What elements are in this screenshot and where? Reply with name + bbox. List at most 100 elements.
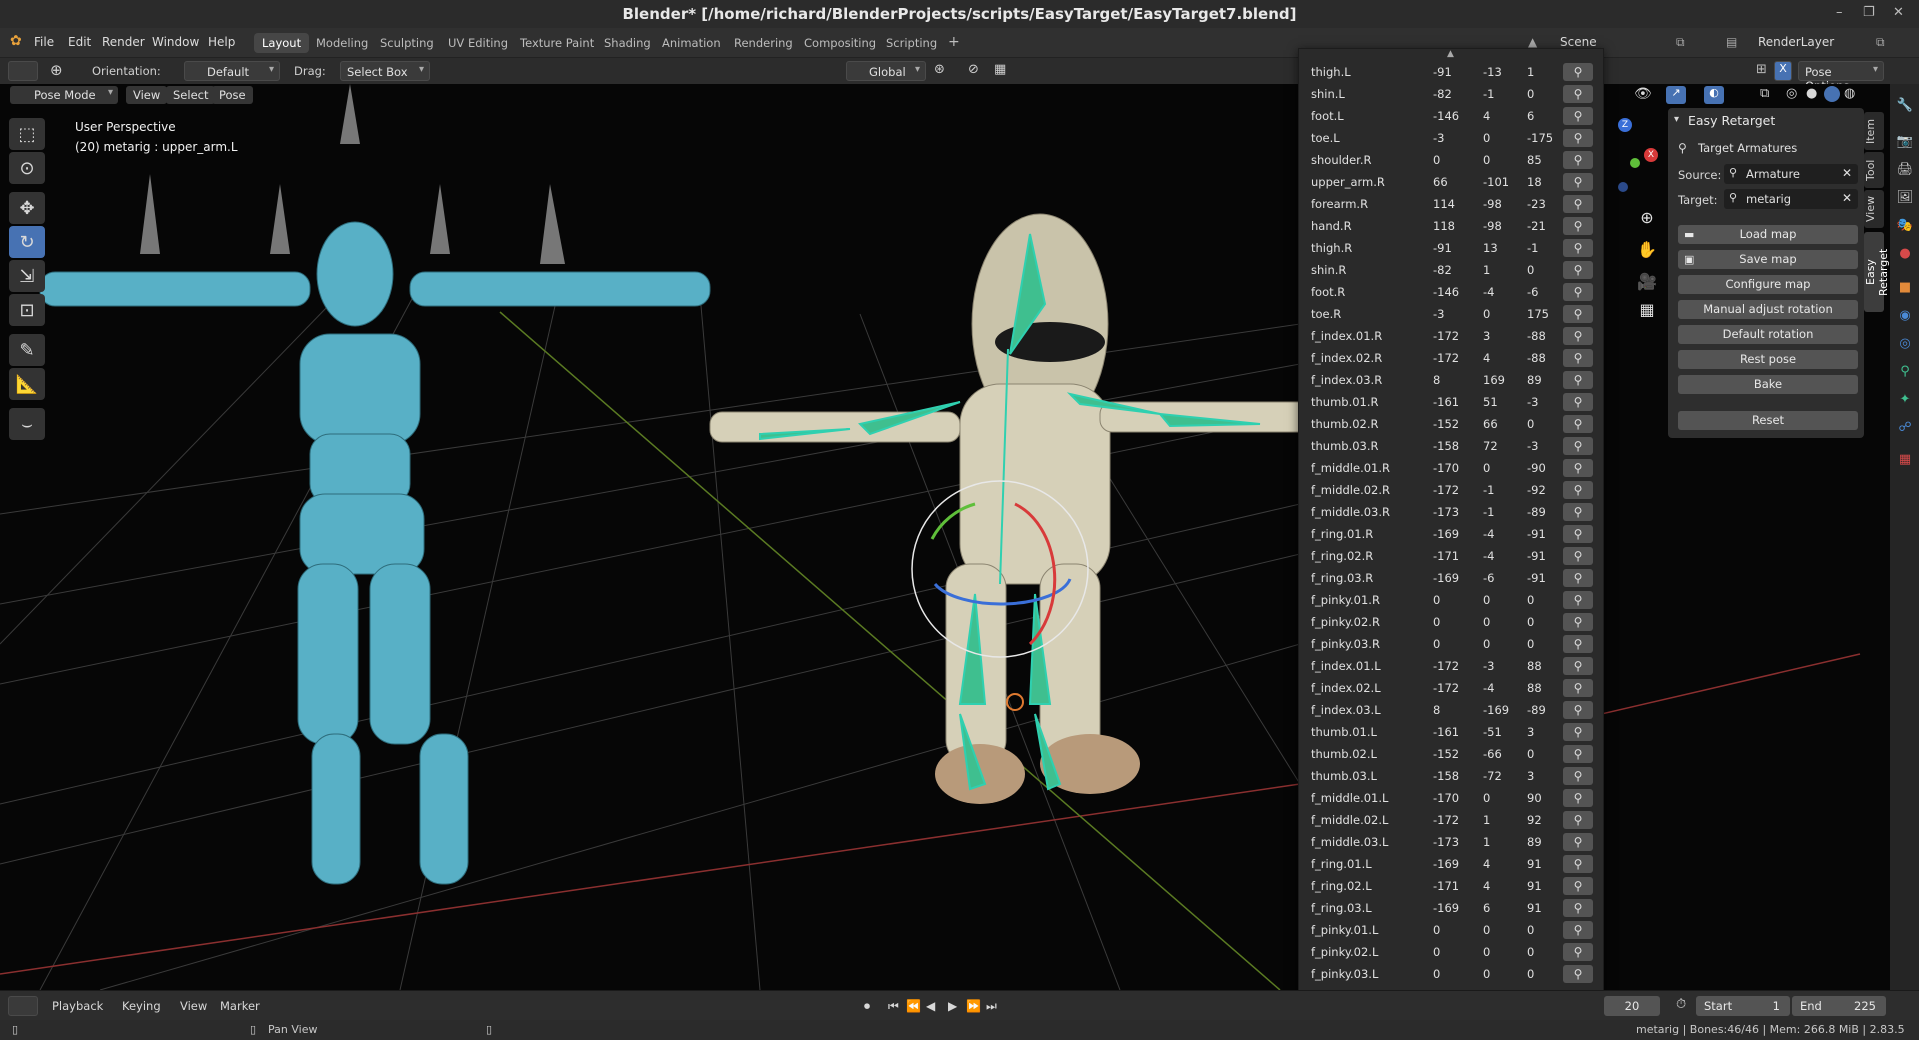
- bone-picker-icon[interactable]: ⚲: [1563, 943, 1593, 961]
- menu-edit[interactable]: Edit: [68, 35, 91, 49]
- menu-window[interactable]: Window: [152, 35, 199, 49]
- tab-modeling[interactable]: Modeling: [308, 33, 376, 53]
- move-icon[interactable]: ✥: [9, 192, 45, 224]
- clear-source-icon[interactable]: ✕: [1842, 166, 1852, 180]
- bone-picker-icon[interactable]: ⚲: [1563, 855, 1593, 873]
- menu-select[interactable]: Select: [166, 86, 216, 104]
- bone-picker-icon[interactable]: ⚲: [1563, 173, 1593, 191]
- perspective-grid-icon[interactable]: ▦: [1634, 296, 1660, 322]
- tab-animation[interactable]: Animation: [654, 33, 729, 53]
- scene-name[interactable]: Scene: [1560, 35, 1597, 49]
- next-keyframe-icon[interactable]: ⏩: [966, 999, 981, 1013]
- tab-layout[interactable]: Layout: [254, 33, 310, 53]
- menu-playback[interactable]: Playback: [52, 999, 103, 1013]
- view-layer-properties-icon[interactable]: 🖼: [1895, 190, 1915, 210]
- x-mirror-button[interactable]: X: [1774, 61, 1792, 81]
- previous-keyframe-icon[interactable]: ⏪: [906, 999, 921, 1013]
- gizmo-y-axis[interactable]: [1630, 158, 1640, 168]
- reset-button[interactable]: Reset: [1678, 411, 1858, 430]
- bone-picker-icon[interactable]: ⚲: [1563, 371, 1593, 389]
- tab-tool[interactable]: Tool: [1864, 152, 1884, 188]
- menu-file[interactable]: File: [34, 35, 54, 49]
- gizmo-z-axis[interactable]: Z: [1618, 118, 1632, 132]
- bone-picker-icon[interactable]: ⚲: [1563, 635, 1593, 653]
- camera-icon[interactable]: 🎥: [1634, 268, 1660, 294]
- tab-rendering[interactable]: Rendering: [726, 33, 801, 53]
- pin-icon[interactable]: ⊞: [1756, 62, 1767, 77]
- bone-picker-icon[interactable]: ⚲: [1563, 107, 1593, 125]
- xray-icon[interactable]: ⧉: [1760, 86, 1769, 101]
- transform-icon[interactable]: ⊡: [9, 294, 45, 326]
- pose-relax-icon[interactable]: ⌣: [9, 408, 45, 440]
- menu-keying[interactable]: Keying: [122, 999, 161, 1013]
- load-map-button[interactable]: ▬ Load map: [1678, 225, 1858, 244]
- start-frame-field[interactable]: Start 1: [1696, 996, 1790, 1016]
- tab-texture-paint[interactable]: Texture Paint: [512, 33, 602, 53]
- bone-picker-icon[interactable]: ⚲: [1563, 723, 1593, 741]
- solid-shading-icon[interactable]: ●: [1806, 86, 1817, 101]
- overlay-toggle-icon[interactable]: ◐: [1704, 86, 1724, 104]
- output-properties-icon[interactable]: 🖨: [1895, 162, 1915, 182]
- configure-map-button[interactable]: Configure map: [1678, 275, 1858, 294]
- tab-uv-editing[interactable]: UV Editing: [440, 33, 516, 53]
- bone-picker-icon[interactable]: ⚲: [1563, 129, 1593, 147]
- gizmo-x-axis[interactable]: X: [1644, 148, 1658, 162]
- bone-picker-icon[interactable]: ⚲: [1563, 459, 1593, 477]
- manual-adjust-rotation-button[interactable]: Manual adjust rotation: [1678, 300, 1858, 319]
- bone-picker-icon[interactable]: ⚲: [1563, 789, 1593, 807]
- texture-properties-icon[interactable]: ▦: [1895, 452, 1915, 472]
- default-rotation-button[interactable]: Default rotation: [1678, 325, 1858, 344]
- snap-icon[interactable]: ⊘: [968, 62, 979, 77]
- bone-picker-icon[interactable]: ⚲: [1563, 525, 1593, 543]
- bone-picker-icon[interactable]: ⚲: [1563, 547, 1593, 565]
- clock-icon[interactable]: ⏱: [1676, 997, 1686, 1012]
- world-properties-icon[interactable]: ●: [1895, 246, 1915, 266]
- pan-hand-icon[interactable]: ✋: [1634, 236, 1660, 262]
- rest-pose-button[interactable]: Rest pose: [1678, 350, 1858, 369]
- jump-end-icon[interactable]: ⏭: [986, 999, 997, 1014]
- visibility-eye-icon[interactable]: 👁: [1634, 86, 1652, 102]
- bone-picker-icon[interactable]: ⚲: [1563, 591, 1593, 609]
- close-icon[interactable]: ✕: [1893, 5, 1904, 20]
- scene-icon[interactable]: ▲: [1528, 35, 1537, 49]
- collapse-arrow-icon[interactable]: ▾: [1674, 114, 1679, 125]
- tab-easy-retarget[interactable]: Easy Retarget: [1864, 232, 1890, 312]
- transform-pivot-icon[interactable]: ⊕: [50, 61, 63, 79]
- bone-picker-icon[interactable]: ⚲: [1563, 283, 1593, 301]
- menu-render[interactable]: Render: [102, 35, 145, 49]
- bone-picker-icon[interactable]: ⚲: [1563, 63, 1593, 81]
- bone-picker-icon[interactable]: ⚲: [1563, 877, 1593, 895]
- blender-logo-icon[interactable]: ✿: [10, 33, 22, 49]
- rendered-shading-icon[interactable]: ◍: [1844, 86, 1855, 101]
- bake-button[interactable]: Bake: [1678, 375, 1858, 394]
- view-layer-icon[interactable]: ▤: [1726, 35, 1737, 49]
- zoom-icon[interactable]: ⊕: [1634, 204, 1660, 230]
- bone-picker-icon[interactable]: ⚲: [1563, 767, 1593, 785]
- measure-icon[interactable]: 📐: [9, 368, 45, 400]
- bone-picker-icon[interactable]: ⚲: [1563, 437, 1593, 455]
- tab-item[interactable]: Item: [1864, 112, 1884, 150]
- bone-picker-icon[interactable]: ⚲: [1563, 481, 1593, 499]
- play-icon[interactable]: ▶: [948, 999, 957, 1013]
- modifier-properties-icon[interactable]: ◉: [1895, 308, 1915, 328]
- clear-target-icon[interactable]: ✕: [1842, 191, 1852, 205]
- scene-properties-icon[interactable]: 🎭: [1895, 218, 1915, 238]
- tab-shading[interactable]: Shading: [596, 33, 659, 53]
- current-frame-field[interactable]: 20: [1604, 996, 1660, 1016]
- scroll-up-icon[interactable]: ▲: [1447, 49, 1454, 59]
- bone-picker-icon[interactable]: ⚲: [1563, 965, 1593, 983]
- drag-dropdown[interactable]: Select Box ▾: [340, 61, 430, 81]
- rotate-icon[interactable]: ↻: [9, 226, 45, 258]
- scene-copy-icon[interactable]: ⧉: [1676, 35, 1685, 50]
- bone-picker-icon[interactable]: ⚲: [1563, 393, 1593, 411]
- bone-picker-icon[interactable]: ⚲: [1563, 613, 1593, 631]
- menu-timeline-view[interactable]: View: [180, 999, 207, 1013]
- add-workspace-button[interactable]: +: [940, 31, 968, 51]
- menu-pose[interactable]: Pose: [212, 86, 253, 104]
- jump-start-icon[interactable]: ⏮: [888, 999, 899, 1014]
- snap-options-icon[interactable]: ▦: [994, 62, 1006, 77]
- target-field[interactable]: ⚲ metarig ✕: [1724, 189, 1858, 209]
- bone-picker-icon[interactable]: ⚲: [1563, 701, 1593, 719]
- play-reverse-icon[interactable]: ◀: [926, 999, 935, 1013]
- gizmo-neg-z-axis[interactable]: [1618, 182, 1628, 192]
